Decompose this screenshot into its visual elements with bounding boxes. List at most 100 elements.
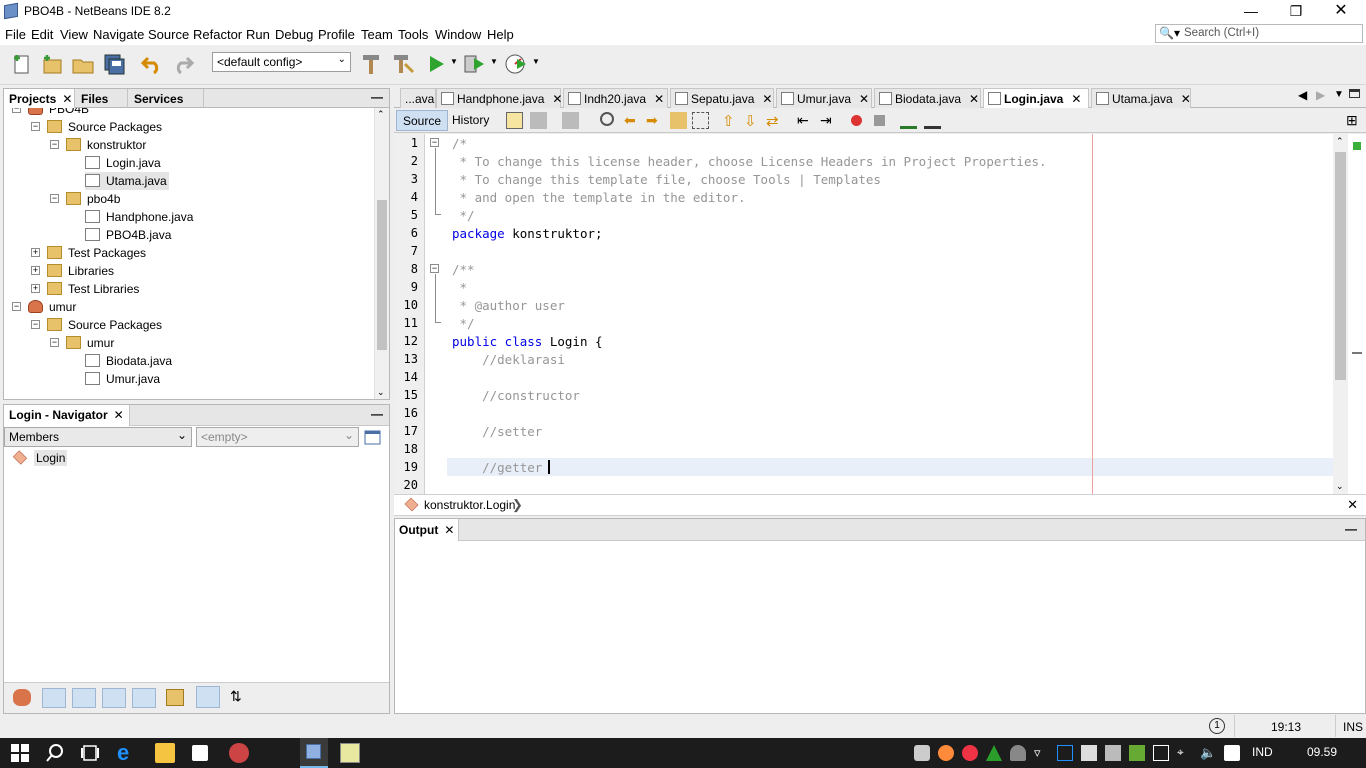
- windows-start-icon[interactable]: [10, 743, 30, 763]
- expand-toggle-icon[interactable]: +: [31, 266, 40, 275]
- show-fields-icon[interactable]: [42, 688, 66, 708]
- tab-truncated[interactable]: ...ava: [400, 88, 436, 108]
- chrome-icon[interactable]: [962, 745, 978, 761]
- tab-utama-java[interactable]: Utama.java ✕: [1091, 88, 1191, 108]
- tree-item[interactable]: Biodata.java: [85, 352, 174, 370]
- battery-icon[interactable]: [1153, 745, 1169, 761]
- nvidia-icon[interactable]: [1129, 745, 1145, 761]
- editor-scrollbar[interactable]: ⌃ ⌄: [1333, 134, 1348, 494]
- menu-view[interactable]: View: [60, 27, 88, 42]
- profile-project-icon[interactable]: [504, 52, 528, 76]
- close-tab-icon[interactable]: ✕: [1181, 92, 1191, 106]
- shift-left-icon[interactable]: ⇤: [797, 112, 814, 129]
- find-icon[interactable]: [600, 112, 614, 126]
- clean-build-hammer-icon[interactable]: [360, 52, 384, 76]
- fold-toggle-icon[interactable]: −: [430, 264, 439, 273]
- tab-history[interactable]: History: [446, 110, 495, 131]
- breadcrumb-chevron-icon[interactable]: ❯: [512, 497, 523, 513]
- menu-tools[interactable]: Tools: [398, 27, 428, 42]
- expand-toggle-icon[interactable]: +: [31, 284, 40, 293]
- minimize-panel-icon[interactable]: —: [371, 90, 383, 104]
- tab-login-java[interactable]: Login.java ✕: [983, 88, 1089, 108]
- tree-item[interactable]: PBO4B: [28, 108, 91, 118]
- expand-toggle-icon[interactable]: +: [31, 248, 40, 257]
- run-dropdown-icon[interactable]: ▼: [450, 57, 458, 66]
- expand-toggle-icon[interactable]: −: [50, 194, 59, 203]
- show-non-public-icon[interactable]: [102, 688, 126, 708]
- action-center-icon[interactable]: [1224, 745, 1240, 761]
- toggle-highlight-icon[interactable]: [670, 112, 687, 129]
- close-tab-icon[interactable]: ✕: [654, 92, 664, 106]
- tab-handphone-java[interactable]: Handphone.java ✕: [436, 88, 562, 108]
- breadcrumb-item[interactable]: konstruktor.Login: [424, 498, 515, 512]
- stop-macro-icon[interactable]: [874, 115, 885, 126]
- expand-toggle-icon[interactable]: −: [50, 140, 59, 149]
- find-previous-icon[interactable]: ⬅: [624, 112, 641, 129]
- clean-build-broom-icon[interactable]: [391, 52, 415, 76]
- tree-item[interactable]: Test Libraries: [47, 280, 141, 298]
- tab-projects[interactable]: Projects ✕: [4, 89, 75, 108]
- menu-edit[interactable]: Edit: [31, 27, 53, 42]
- tab-indh20-java[interactable]: Indh20.java ✕: [563, 88, 668, 108]
- debug-project-icon[interactable]: [462, 52, 486, 76]
- store-icon[interactable]: [192, 745, 208, 761]
- menu-profile[interactable]: Profile: [318, 27, 355, 42]
- input-language[interactable]: IND: [1252, 745, 1273, 759]
- tree-item[interactable]: pbo4b: [66, 190, 122, 208]
- close-window-button[interactable]: ✕: [1318, 0, 1364, 23]
- scroll-down-icon[interactable]: ⌄: [1336, 481, 1344, 492]
- show-static-icon[interactable]: [72, 688, 96, 708]
- tree-item[interactable]: Source Packages: [47, 118, 164, 136]
- scrollbar-thumb[interactable]: [1335, 152, 1346, 380]
- scrollbar-thumb[interactable]: [377, 200, 387, 350]
- new-project-icon[interactable]: [40, 52, 64, 76]
- edge-browser-icon[interactable]: e: [117, 742, 137, 764]
- close-tab-icon[interactable]: ✕: [552, 92, 562, 106]
- menu-file[interactable]: File: [5, 27, 26, 42]
- find-next-icon[interactable]: ➡: [646, 112, 663, 129]
- sort-by-source-icon[interactable]: ⇅: [230, 688, 242, 705]
- menu-navigate[interactable]: Navigate: [93, 27, 144, 42]
- minimize-panel-icon[interactable]: —: [1345, 522, 1357, 536]
- close-icon[interactable]: ✕: [62, 92, 72, 106]
- usb-icon[interactable]: [1081, 745, 1097, 761]
- drive-icon[interactable]: [986, 745, 1002, 761]
- file-explorer-icon[interactable]: [155, 743, 175, 763]
- close-icon[interactable]: ✕: [444, 523, 454, 537]
- sync-icon[interactable]: [1057, 745, 1073, 761]
- scroll-up-icon[interactable]: ⌃: [377, 109, 385, 120]
- firefox-icon[interactable]: [938, 745, 954, 761]
- tree-item[interactable]: Umur.java: [85, 370, 162, 388]
- filter-select[interactable]: <empty> ⌄: [196, 427, 359, 447]
- tab-services[interactable]: Services: [129, 89, 204, 108]
- projects-scrollbar[interactable]: ⌃ ⌄: [374, 108, 389, 399]
- app-icon[interactable]: [229, 743, 249, 763]
- search-icon[interactable]: [45, 743, 65, 763]
- expand-toggle-icon[interactable]: −: [31, 320, 40, 329]
- tab-output[interactable]: Output ✕: [395, 519, 460, 541]
- close-tab-icon[interactable]: ✕: [1071, 92, 1081, 106]
- dropbox-icon[interactable]: [914, 745, 930, 761]
- maximize-window-icon[interactable]: [1349, 89, 1360, 98]
- tab-biodata-java[interactable]: Biodata.java ✕: [874, 88, 981, 108]
- cloud-icon[interactable]: [1010, 745, 1026, 761]
- tree-item[interactable]: Handphone.java: [85, 208, 195, 226]
- forward-icon[interactable]: [562, 112, 579, 129]
- shift-right-icon[interactable]: ⇥: [820, 112, 837, 129]
- bluetooth-icon[interactable]: ▿: [1034, 745, 1050, 761]
- minimize-panel-icon[interactable]: —: [371, 407, 383, 421]
- scroll-tabs-left-icon[interactable]: ◀: [1298, 88, 1307, 102]
- split-editor-icon[interactable]: ⊞: [1346, 112, 1363, 129]
- wifi-icon[interactable]: ⌖: [1177, 745, 1193, 761]
- tab-navigator[interactable]: Login - Navigator ✕: [4, 405, 130, 426]
- scroll-tabs-right-icon[interactable]: ▶: [1316, 88, 1325, 102]
- rectangular-selection-icon[interactable]: [692, 112, 709, 129]
- tree-item[interactable]: Utama.java: [85, 172, 169, 190]
- minimize-button[interactable]: —: [1228, 0, 1274, 23]
- close-tab-icon[interactable]: ✕: [969, 92, 979, 106]
- tree-item[interactable]: Test Packages: [47, 244, 148, 262]
- sort-by-name-icon[interactable]: [196, 686, 220, 708]
- menu-debug[interactable]: Debug: [275, 27, 313, 42]
- menu-help[interactable]: Help: [487, 27, 514, 42]
- new-file-icon[interactable]: [10, 52, 34, 76]
